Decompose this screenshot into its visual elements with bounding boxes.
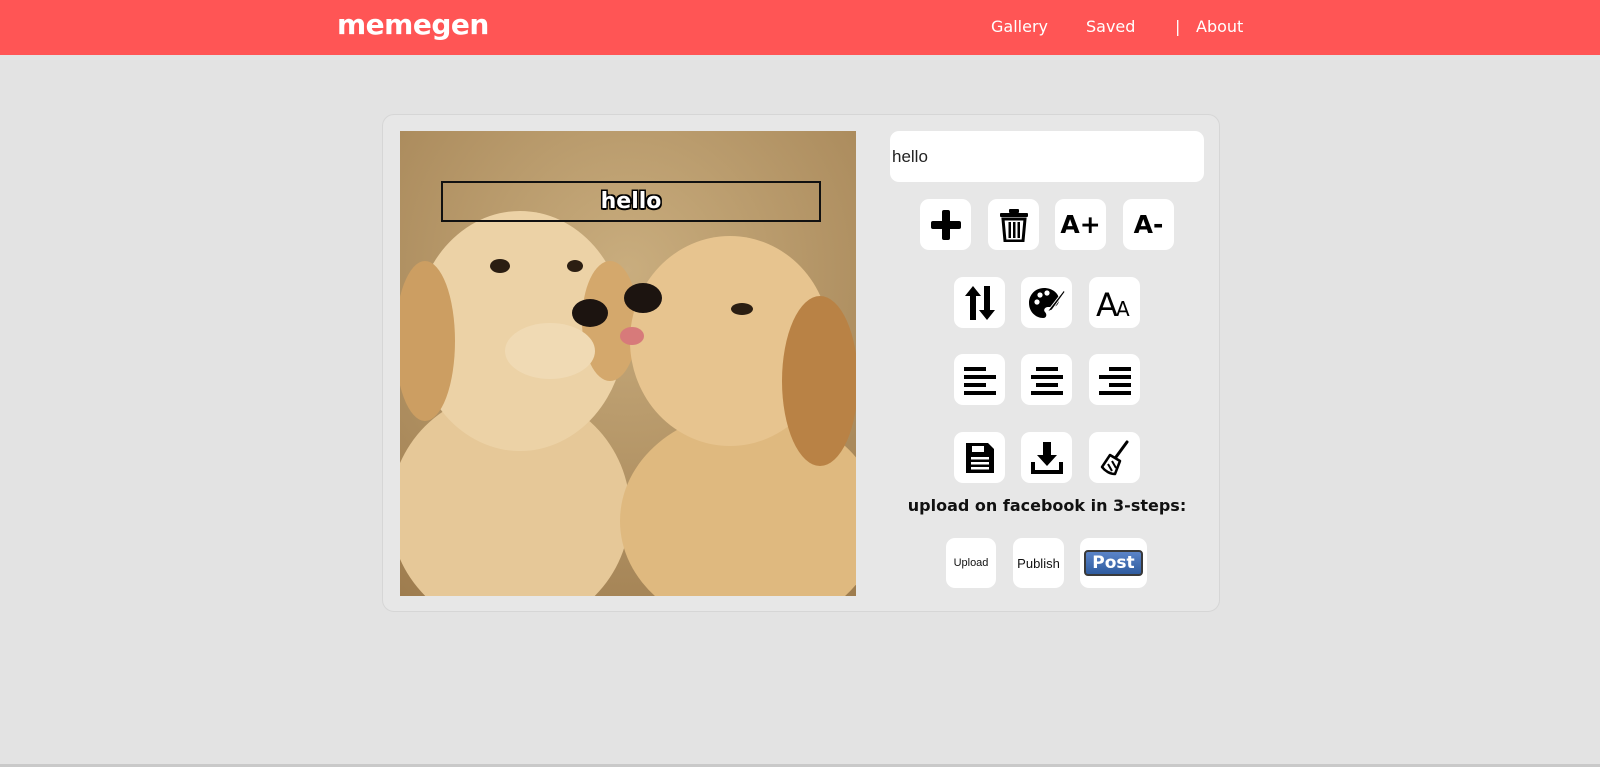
floppy-save-icon [965, 442, 994, 473]
nav-separator: | [1175, 17, 1181, 36]
plus-icon [930, 209, 961, 240]
app-logo[interactable]: memegen [337, 8, 489, 41]
align-center-button[interactable] [1021, 354, 1072, 405]
meme-line-text: hello [600, 189, 662, 214]
color-picker-button[interactable] [1021, 277, 1072, 328]
top-navbar: memegen Gallery Saved | About [0, 0, 1600, 55]
align-right-button[interactable] [1089, 354, 1140, 405]
font-family-button[interactable]: A A [1089, 277, 1140, 328]
add-line-button[interactable] [920, 199, 971, 250]
facebook-post-button[interactable]: Post [1080, 538, 1147, 588]
trash-icon [999, 208, 1028, 242]
align-left-icon [963, 366, 996, 395]
meme-canvas[interactable]: hello [400, 131, 856, 596]
up-down-arrows-icon [964, 285, 995, 320]
palette-icon [1028, 287, 1066, 318]
facebook-upload-button[interactable]: Upload [946, 538, 996, 588]
svg-text:A: A [1096, 286, 1118, 320]
font-family-icon: A A [1096, 286, 1130, 320]
decrease-font-button[interactable]: A- [1123, 199, 1174, 250]
meme-line-box[interactable]: hello [441, 181, 821, 222]
download-meme-button[interactable] [1021, 432, 1072, 483]
nav-saved-link[interactable]: Saved [1086, 17, 1135, 36]
download-icon [1030, 441, 1063, 474]
post-label: Post [1084, 550, 1143, 576]
delete-line-button[interactable] [988, 199, 1039, 250]
nav-gallery-link[interactable]: Gallery [991, 17, 1048, 36]
svg-text:A: A [1116, 297, 1130, 320]
facebook-upload-title: upload on facebook in 3-steps: [907, 496, 1187, 515]
font-increase-icon: A+ [1060, 210, 1101, 239]
font-decrease-icon: A- [1133, 210, 1164, 239]
clear-canvas-button[interactable] [1089, 432, 1140, 483]
meme-text-input[interactable] [890, 131, 1204, 182]
increase-font-button[interactable]: A+ [1055, 199, 1106, 250]
nav-about-link[interactable]: About [1196, 17, 1243, 36]
facebook-publish-button[interactable]: Publish [1013, 538, 1064, 588]
save-meme-button[interactable] [954, 432, 1005, 483]
switch-line-button[interactable] [954, 277, 1005, 328]
align-right-icon [1098, 366, 1131, 395]
editor-card: hello A+ A- [382, 114, 1220, 612]
broom-icon [1100, 440, 1128, 475]
align-center-icon [1030, 366, 1063, 395]
align-left-button[interactable] [954, 354, 1005, 405]
